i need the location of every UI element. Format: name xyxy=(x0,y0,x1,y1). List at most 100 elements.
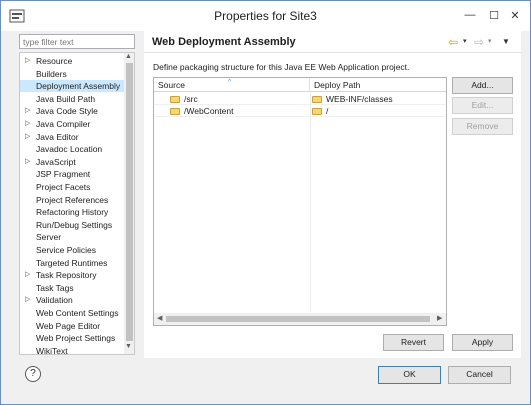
tree-item[interactable]: JSP Fragment xyxy=(20,168,124,180)
tree-item[interactable]: Project Facets xyxy=(20,181,124,193)
edit-button[interactable]: Edit... xyxy=(452,97,513,114)
window-title: Properties for Site3 xyxy=(214,9,317,23)
tree-item-label: Java Build Path xyxy=(36,93,96,104)
folder-icon xyxy=(312,108,322,115)
tree-item-label: Resource xyxy=(36,56,73,66)
tree-item-label: Java Editor xyxy=(36,131,79,142)
tree-item-label: Java Compiler xyxy=(36,119,91,129)
column-header-deploy-path[interactable]: Deploy Path xyxy=(310,78,446,92)
tree-item[interactable]: ▷ Validation xyxy=(20,294,124,306)
deploy-path: WEB-INF/classes xyxy=(326,94,393,104)
tree-item[interactable]: ▷ JavaScript xyxy=(20,156,124,168)
tree-item-label: WikiText xyxy=(36,345,68,355)
tree-item[interactable]: Targeted Runtimes xyxy=(20,257,124,269)
forward-history-dropdown-icon[interactable]: ▾ xyxy=(488,37,492,45)
expand-twisty-icon[interactable]: ▷ xyxy=(25,294,30,306)
forward-arrow-icon[interactable]: ⇨ xyxy=(474,35,484,49)
tree-item[interactable]: ▷ Resource xyxy=(20,55,124,67)
page-description: Define packaging structure for this Java… xyxy=(153,62,410,72)
cancel-button[interactable]: Cancel xyxy=(448,366,511,384)
scroll-right-icon[interactable]: ▶ xyxy=(437,313,442,325)
scroll-left-icon[interactable]: ◀ xyxy=(157,313,162,325)
filter-input[interactable] xyxy=(19,34,135,49)
tree-item-label: Project References xyxy=(36,194,109,205)
revert-button[interactable]: Revert xyxy=(383,334,444,351)
table-header: Source ^ Deploy Path xyxy=(154,78,446,92)
deploy-path: / xyxy=(326,106,329,116)
tree-item[interactable]: ▷ Java Editor xyxy=(20,131,124,143)
tree-item[interactable]: Deployment Assembly xyxy=(20,80,124,93)
tree-item[interactable]: Web Project Settings xyxy=(20,332,124,344)
tree-item[interactable]: Project References xyxy=(20,194,124,206)
tree-item[interactable]: Web Content Settings xyxy=(20,307,124,319)
source-cell[interactable]: /WebContent xyxy=(170,105,310,117)
tree-item-label: Task Tags xyxy=(36,282,74,293)
expand-twisty-icon[interactable]: ▷ xyxy=(25,156,30,168)
deploy-path-cell[interactable]: / xyxy=(312,105,446,117)
tree-item[interactable]: Javadoc Location xyxy=(20,143,124,155)
minimize-button[interactable]: — xyxy=(458,5,482,25)
tree-item[interactable]: ▷ Java Compiler xyxy=(20,118,124,130)
column-divider xyxy=(310,92,311,312)
expand-twisty-icon[interactable]: ▷ xyxy=(25,131,30,143)
tree-item[interactable]: Refactoring History xyxy=(20,206,124,218)
tree-item[interactable]: ▷ Java Code Style xyxy=(20,105,124,117)
tree-item-label: Targeted Runtimes xyxy=(36,257,108,268)
tree-item[interactable]: WikiText xyxy=(20,345,124,355)
tree-item-label: Refactoring History xyxy=(36,207,109,218)
tree-item-label: Web Content Settings xyxy=(36,308,119,318)
properties-dialog: Properties for Site3 — ☐ ✕ ▲ ▼ ▷ Resource… xyxy=(0,0,531,405)
scroll-down-icon[interactable]: ▼ xyxy=(125,343,132,350)
tree-item-label: Task Repository xyxy=(36,270,97,281)
help-icon[interactable]: ? xyxy=(25,366,41,382)
view-menu-icon[interactable]: ▼ xyxy=(502,37,510,46)
source-cell[interactable]: /src xyxy=(170,93,310,105)
assembly-table[interactable]: Source ^ Deploy Path ◀ ▶ /src WEB-INF/cla… xyxy=(153,77,447,326)
title-bar: Properties for Site3 — ☐ ✕ xyxy=(1,1,530,31)
expand-twisty-icon[interactable]: ▷ xyxy=(25,118,30,130)
scroll-up-icon[interactable]: ▲ xyxy=(125,53,132,60)
tree-item[interactable]: Run/Debug Settings xyxy=(20,219,124,231)
expand-twisty-icon[interactable]: ▷ xyxy=(25,105,30,117)
folder-icon xyxy=(170,96,180,103)
table-horizontal-scrollbar[interactable]: ◀ ▶ xyxy=(154,313,446,325)
tree-item-label: Deployment Assembly xyxy=(36,81,121,92)
tree-vertical-scrollbar[interactable]: ▲ ▼ xyxy=(124,53,134,354)
table-row[interactable]: /src WEB-INF/classes xyxy=(154,93,446,105)
expand-twisty-icon[interactable]: ▷ xyxy=(25,55,30,67)
tree-item-label: Java Code Style xyxy=(36,106,98,117)
column-header-label: Source xyxy=(158,80,185,90)
table-scroll-thumb[interactable] xyxy=(166,316,430,322)
folder-icon xyxy=(312,96,322,103)
expand-twisty-icon[interactable]: ▷ xyxy=(25,269,30,281)
tree-scroll-thumb[interactable] xyxy=(126,63,133,341)
folder-icon xyxy=(170,108,180,115)
tree-item[interactable]: Server xyxy=(20,231,124,243)
back-history-dropdown-icon[interactable]: ▾ xyxy=(463,37,467,45)
tree-item[interactable]: Java Build Path xyxy=(20,93,124,105)
source-path: /src xyxy=(184,94,198,104)
close-button[interactable]: ✕ xyxy=(502,5,528,25)
back-arrow-icon[interactable]: ⇦ xyxy=(448,35,458,49)
tree-item[interactable]: ▷ Task Repository xyxy=(20,269,124,281)
ok-button[interactable]: OK xyxy=(378,366,441,384)
remove-button[interactable]: Remove xyxy=(452,118,513,135)
tree-item-label: Validation xyxy=(36,295,73,306)
tree-item-label: Builders xyxy=(36,68,67,79)
add-button[interactable]: Add... xyxy=(452,77,513,94)
tree-item[interactable]: Builders xyxy=(20,68,124,80)
tree-item[interactable]: Service Policies xyxy=(20,244,124,256)
property-page-tree[interactable]: ▲ ▼ ▷ Resource Builders Deployment Assembly… xyxy=(19,52,135,355)
tree-item[interactable]: Web Page Editor xyxy=(20,320,124,332)
tree-item[interactable]: Task Tags xyxy=(20,282,124,294)
tree-item-label: Service Policies xyxy=(36,245,96,255)
tree-item-label: Server xyxy=(36,232,62,243)
deploy-path-cell[interactable]: WEB-INF/classes xyxy=(312,93,446,105)
table-row[interactable]: /WebContent / xyxy=(154,105,446,117)
column-header-source[interactable]: Source ^ xyxy=(154,78,310,92)
page-title: Web Deployment Assembly xyxy=(152,36,296,48)
apply-button[interactable]: Apply xyxy=(452,334,513,351)
tree-item-label: JSP Fragment xyxy=(36,169,91,180)
source-path: /WebContent xyxy=(184,106,234,116)
sort-ascending-icon: ^ xyxy=(228,79,232,86)
